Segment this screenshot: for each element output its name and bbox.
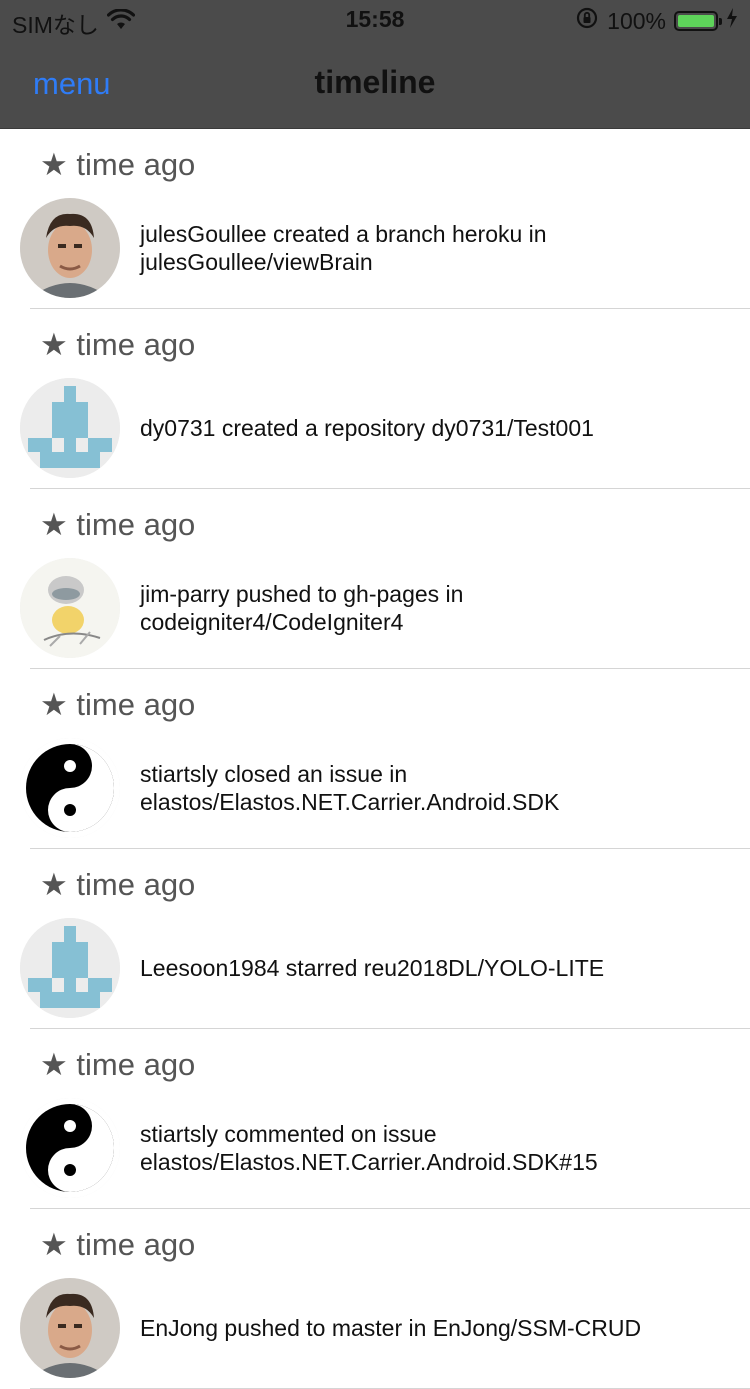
status-bar: SIMなし 15:58 100% xyxy=(0,0,750,40)
event-description: stiartsly closed an issue in elastos/Ela… xyxy=(140,761,560,815)
cartoon-avatar-icon xyxy=(20,558,120,658)
timeline-item[interactable]: ★ time ago julesGoullee created a branch… xyxy=(0,129,750,309)
timeline-item[interactable]: ★ time ago dy0731 created a repository d… xyxy=(0,309,750,489)
battery-nub xyxy=(719,18,722,25)
time-ago-label: ★ time ago xyxy=(40,867,196,902)
charging-bolt-icon xyxy=(726,7,738,35)
event-description: stiartsly commented on issue elastos/Ela… xyxy=(140,1121,598,1175)
timeline-list: ★ time ago julesGoullee created a branch… xyxy=(0,129,750,1389)
identicon-avatar-icon xyxy=(20,378,120,478)
avatar[interactable] xyxy=(20,738,120,838)
time-ago-label: ★ time ago xyxy=(40,147,196,182)
photo-avatar-icon xyxy=(20,198,120,298)
event-description: EnJong pushed to master in EnJong/SSM-CR… xyxy=(140,1315,642,1341)
navigation-bar: menu timeline xyxy=(0,40,750,129)
avatar[interactable] xyxy=(20,1098,120,1198)
page-title: timeline xyxy=(314,64,436,100)
time-ago-label: ★ time ago xyxy=(40,687,196,722)
event-description: dy0731 created a repository dy0731/Test0… xyxy=(140,415,594,441)
timeline-item[interactable]: ★ time ago EnJong pushed to master in En… xyxy=(0,1209,750,1389)
avatar[interactable] xyxy=(20,558,120,658)
event-description: Leesoon1984 starred reu2018DL/YOLO-LITE xyxy=(140,955,605,981)
time-ago-label: ★ time ago xyxy=(40,507,196,542)
time-ago-label: ★ time ago xyxy=(40,1047,196,1082)
timeline-item[interactable]: ★ time ago stiartsly closed an issue in … xyxy=(0,669,750,849)
event-description: julesGoullee created a branch heroku in … xyxy=(140,221,547,275)
timeline-item[interactable]: ★ time ago jim-parry pushed to gh-pages … xyxy=(0,489,750,669)
photo-avatar-icon xyxy=(20,1278,120,1378)
avatar[interactable] xyxy=(20,1278,120,1378)
time-ago-label: ★ time ago xyxy=(40,327,196,362)
avatar[interactable] xyxy=(20,198,120,298)
avatar[interactable] xyxy=(20,918,120,1018)
event-description: jim-parry pushed to gh-pages in codeigni… xyxy=(140,581,464,635)
timeline-item[interactable]: ★ time ago Leesoon1984 starred reu2018DL… xyxy=(0,849,750,1029)
yin-yang-avatar-icon xyxy=(20,738,120,838)
time-ago-label: ★ time ago xyxy=(40,1227,196,1262)
yin-yang-avatar-icon xyxy=(20,1098,120,1198)
avatar[interactable] xyxy=(20,378,120,478)
status-right: 100% xyxy=(575,6,738,36)
identicon-avatar-icon xyxy=(20,918,120,1018)
rotation-lock-icon xyxy=(575,6,599,36)
timeline-item[interactable]: ★ time ago stiartsly commented on issue … xyxy=(0,1029,750,1209)
battery-percent: 100% xyxy=(607,7,666,34)
battery-icon xyxy=(674,11,722,31)
battery-fill xyxy=(678,15,714,27)
